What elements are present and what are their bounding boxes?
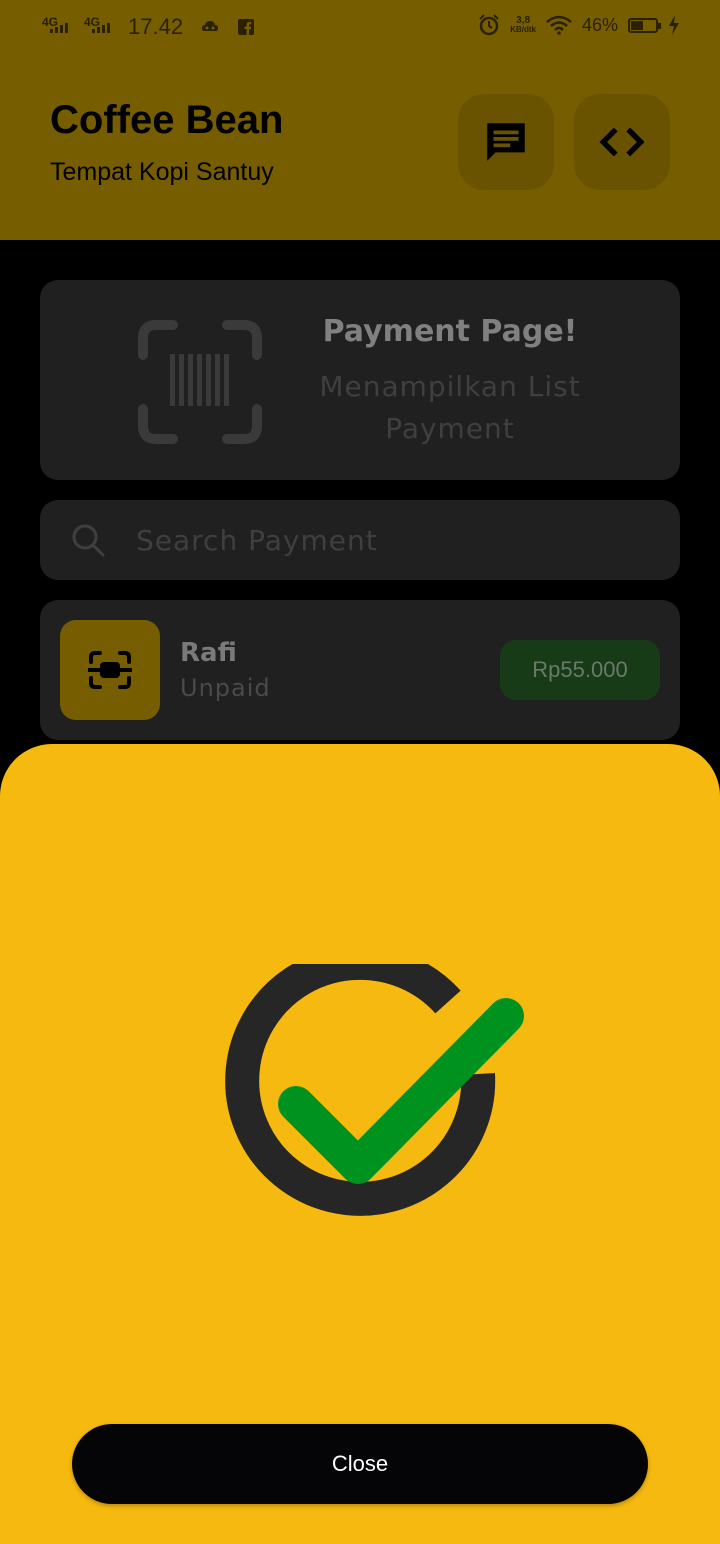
app-subtitle: Tempat Kopi Santuy xyxy=(50,158,274,186)
search-icon xyxy=(72,524,105,557)
speed-unit: KB/dtk xyxy=(510,25,536,34)
charging-icon xyxy=(669,15,679,35)
payment-customer-name: Rafi xyxy=(180,638,237,668)
payment-list-item[interactable]: Rafi Unpaid Rp55.000 xyxy=(40,600,680,740)
search-input[interactable] xyxy=(136,518,656,562)
success-bottom-sheet: Close xyxy=(0,744,720,1544)
close-button[interactable]: Close xyxy=(72,1424,648,1504)
payment-status: Unpaid xyxy=(180,674,271,702)
search-bar[interactable] xyxy=(40,500,680,580)
signal-icon-2: 4G xyxy=(84,15,118,39)
payment-thumbnail xyxy=(60,620,160,720)
code-button[interactable] xyxy=(574,94,670,190)
code-icon xyxy=(599,127,645,157)
battery-percent: 46% xyxy=(581,14,618,35)
network-speed: 3,8 KB/dtk xyxy=(510,15,536,35)
cloud-game-icon xyxy=(202,21,219,31)
scan-icon xyxy=(88,651,132,689)
speed-value: 3,8 xyxy=(516,15,531,26)
payment-page-description: Menampilkan List Payment xyxy=(319,370,581,445)
app-header: 4G 4G 17.42 3,8 KB/dtk 46% Coffee Bean T… xyxy=(0,0,720,240)
chat-icon xyxy=(487,123,525,161)
facebook-icon xyxy=(238,19,255,35)
battery-icon xyxy=(628,17,661,33)
payment-page-title: Payment Page! xyxy=(322,314,578,349)
success-check-icon xyxy=(225,964,524,1216)
payment-amount-badge[interactable]: Rp55.000 xyxy=(500,640,660,700)
chat-button[interactable] xyxy=(458,94,554,190)
wifi-icon xyxy=(546,15,572,35)
status-bar: 4G 4G 17.42 3,8 KB/dtk 46% xyxy=(0,0,720,58)
app-title: Coffee Bean xyxy=(50,98,284,142)
signal-icon: 4G xyxy=(42,15,76,39)
alarm-icon xyxy=(479,14,499,36)
clock: 17.42 xyxy=(128,14,184,39)
